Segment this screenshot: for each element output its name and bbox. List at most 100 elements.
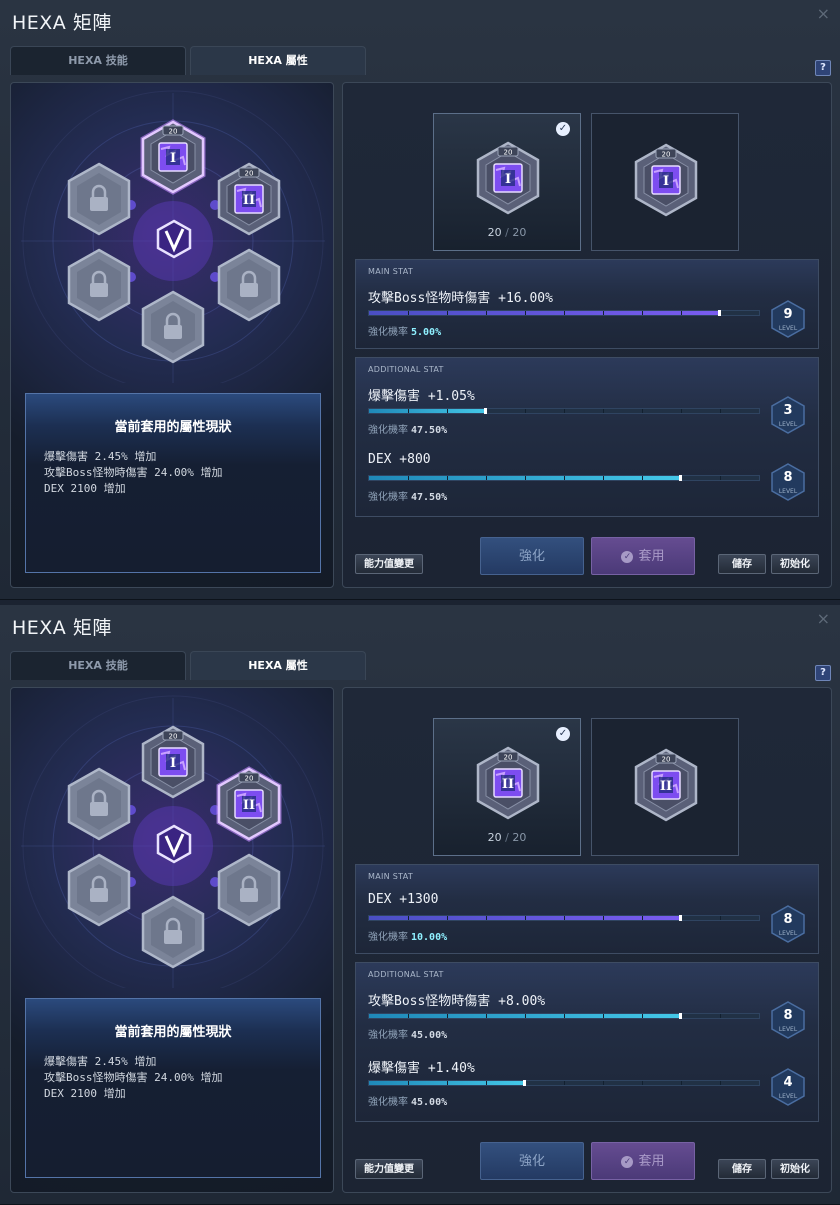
slot-count-current: 20 (487, 831, 502, 844)
check-icon: ✓ (556, 727, 570, 741)
svg-text:I: I (663, 174, 669, 189)
hexa-stat-core-icon: 20 I (141, 725, 205, 799)
hexa-matrix-window: HEXA 矩陣 × ? HEXA 技能 HEXA 屬性 20 I 20 II 當… (0, 605, 840, 1205)
stat-slot-active[interactable]: ✓ 20 I 20 / 20 (433, 113, 581, 251)
slot-count-separator: / (505, 831, 509, 844)
apply-label: 套用 (638, 1154, 665, 1169)
level-label: LEVEL (778, 930, 798, 937)
additional-stat-box: ADDITIONAL STAT 攻擊Boss怪物時傷害 +8.00% 強化機率 4… (355, 962, 819, 1122)
hexa-stat-core-icon: 20 II (476, 746, 540, 820)
check-icon: ✓ (556, 122, 570, 136)
bar-segment-divider (603, 1081, 604, 1085)
apply-button[interactable]: ✓ 套用 (591, 537, 695, 575)
hexa-stat-core-icon: 20 I (476, 141, 540, 215)
rate-value: 45.00% (411, 1097, 448, 1108)
bar-segment-divider (564, 409, 565, 413)
slot-count: 20 / 20 (434, 831, 580, 844)
main-stat-rate: 強化機率 5.00% (368, 323, 441, 338)
rate-label: 強化機率 (368, 932, 408, 943)
slot-count-max: 20 (512, 226, 527, 239)
bar-segment-divider (564, 311, 565, 315)
close-icon[interactable]: × (817, 4, 830, 23)
check-circle-icon: ✓ (621, 550, 634, 563)
stat-change-button[interactable]: 能力值變更 (355, 1159, 423, 1179)
level-label: LEVEL (778, 488, 798, 495)
help-icon[interactable]: ? (815, 60, 831, 76)
stat-slot-secondary[interactable]: 20 II (591, 718, 739, 856)
enhance-button[interactable]: 強化 (480, 1142, 584, 1180)
bar-segment-divider (486, 1081, 487, 1085)
bar-segment-divider (681, 311, 682, 315)
bar-segment-divider (447, 311, 448, 315)
save-button[interactable]: 儲存 (718, 1159, 766, 1179)
status-line: DEX 2100 增加 (44, 482, 126, 495)
rate-label: 強化機率 (368, 425, 408, 436)
bar-segment-divider (447, 1081, 448, 1085)
main-stat-name: 攻擊Boss怪物時傷害 +16.00% (368, 291, 553, 306)
stat-slot-secondary[interactable]: 20 I (591, 113, 739, 251)
level-label: LEVEL (778, 1093, 798, 1100)
level-number: 8 (783, 470, 793, 485)
additional-stat-level-badge: 4 LEVEL (770, 1067, 806, 1107)
tab-hexa-skill[interactable]: HEXA 技能 (10, 46, 186, 75)
close-icon[interactable]: × (817, 609, 830, 628)
bar-segment-divider (564, 1014, 565, 1018)
window-title: HEXA 矩陣 (12, 617, 112, 639)
save-button[interactable]: 儲存 (718, 554, 766, 574)
hexa-v-emblem-icon (156, 219, 192, 259)
tab-hexa-stat[interactable]: HEXA 屬性 (190, 651, 366, 680)
reset-button[interactable]: 初始化 (771, 1159, 819, 1179)
apply-button[interactable]: ✓ 套用 (591, 1142, 695, 1180)
rate-label: 強化機率 (368, 327, 408, 338)
svg-text:I: I (170, 756, 176, 771)
status-line: 攻擊Boss怪物時傷害 24.00% 增加 (44, 1071, 223, 1084)
core-slot-ii[interactable]: 20 II (215, 766, 283, 842)
additional-stat-name: 爆擊傷害 +1.05% (368, 389, 475, 404)
core-slot-i[interactable]: 20 I (139, 119, 207, 195)
tab-hexa-skill[interactable]: HEXA 技能 (10, 651, 186, 680)
locked-slot (215, 852, 283, 928)
locked-slot (65, 247, 133, 323)
svg-text:20: 20 (504, 754, 513, 762)
stat-change-button[interactable]: 能力值變更 (355, 554, 423, 574)
hexa-stat-core-icon: 20 I (634, 143, 698, 217)
svg-text:I: I (170, 151, 176, 166)
bar-segment-divider (564, 476, 565, 480)
core-slot-i[interactable]: 20 I (139, 724, 207, 800)
tab-hexa-stat[interactable]: HEXA 屬性 (190, 46, 366, 75)
matrix-panel: 20 I 20 II 當前套用的屬性現狀 爆擊傷害 2.45% 增加 攻擊Boss怪… (10, 82, 334, 588)
main-stat-box: MAIN STAT DEX +1300 強化機率 10.00% 8 LEVEL (355, 864, 819, 954)
additional-stat-caption: ADDITIONAL STAT (368, 365, 444, 374)
reset-button[interactable]: 初始化 (771, 554, 819, 574)
slot-count-current: 20 (487, 226, 502, 239)
status-lines: 爆擊傷害 2.45% 增加 攻擊Boss怪物時傷害 24.00% 增加 DEX … (44, 449, 222, 497)
main-stat-box: MAIN STAT 攻擊Boss怪物時傷害 +16.00% 強化機率 5.00% … (355, 259, 819, 349)
hexa-stat-core-icon: 20 I (140, 119, 206, 195)
main-stat-caption: MAIN STAT (368, 872, 414, 881)
level-label: LEVEL (778, 325, 798, 332)
additional-stat-level-badge: 3 LEVEL (770, 395, 806, 435)
help-icon[interactable]: ? (815, 665, 831, 681)
rate-value: 5.00% (411, 327, 442, 338)
main-stat-name: DEX +1300 (368, 892, 439, 907)
svg-text:I: I (505, 172, 511, 187)
bar-segment-divider (603, 476, 604, 480)
status-title: 當前套用的屬性現狀 (114, 1025, 232, 1040)
enhance-button[interactable]: 強化 (480, 537, 584, 575)
bar-segment-divider (486, 476, 487, 480)
window-title: HEXA 矩陣 (12, 12, 112, 34)
additional-stat-progress-bar (368, 475, 760, 481)
additional-stat-name: 爆擊傷害 +1.40% (368, 1061, 475, 1076)
progress-tip (523, 1080, 526, 1086)
hexa-stat-core-icon: 20 II (634, 748, 698, 822)
hexa-stat-core-icon: 20 II (216, 766, 282, 842)
svg-text:20: 20 (662, 756, 671, 764)
additional-stat-name: 攻擊Boss怪物時傷害 +8.00% (368, 994, 546, 1009)
level-number: 3 (783, 403, 793, 418)
bar-segment-divider (447, 1014, 448, 1018)
stat-slot-active[interactable]: ✓ 20 II 20 / 20 (433, 718, 581, 856)
bar-segment-divider (720, 409, 721, 413)
additional-stat-rate: 強化機率 45.00% (368, 1093, 447, 1108)
svg-text:20: 20 (245, 775, 254, 783)
core-slot-ii[interactable]: 20 II (215, 161, 283, 237)
